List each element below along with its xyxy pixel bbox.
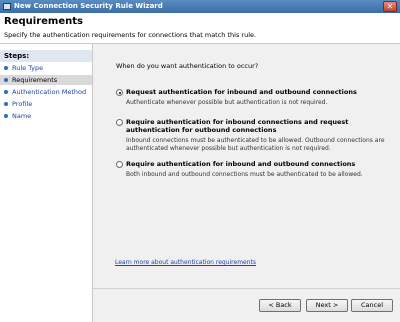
- app-icon: [3, 3, 11, 10]
- back-button[interactable]: < Back: [259, 299, 301, 312]
- window-title: New Connection Security Rule Wizard: [14, 2, 163, 10]
- learn-more-link[interactable]: Learn more about authentication requirem…: [115, 259, 256, 266]
- option-title[interactable]: Require authentication for inbound conne…: [126, 118, 388, 134]
- step-bullet-icon: [4, 66, 8, 70]
- option-description: Inbound connections must be authenticate…: [126, 137, 385, 152]
- main-content: When do you want authentication to occur…: [93, 44, 400, 322]
- step-item-rule-type[interactable]: Rule Type: [0, 63, 92, 73]
- radio-require-inbound-request-outbound[interactable]: [116, 119, 123, 126]
- steps-heading: Steps:: [0, 50, 92, 62]
- step-label: Rule Type: [12, 64, 44, 72]
- radio-request-auth[interactable]: [116, 89, 123, 96]
- step-bullet-icon: [4, 90, 8, 94]
- option-title[interactable]: Require authentication for inbound and o…: [126, 160, 388, 168]
- page-title: Requirements: [4, 16, 83, 27]
- step-label: Authentication Method: [12, 88, 87, 96]
- button-separator: [93, 288, 400, 289]
- step-bullet-icon: [4, 102, 8, 106]
- option-description: Both inbound and outbound connections mu…: [126, 171, 363, 178]
- option-description: Authenticate whenever possible but authe…: [126, 99, 328, 106]
- title-bar: New Connection Security Rule Wizard ✕: [0, 0, 400, 13]
- steps-heading-label: Steps:: [4, 52, 30, 60]
- step-label: Name: [12, 112, 32, 120]
- wizard-window: New Connection Security Rule Wizard ✕ Re…: [0, 0, 400, 322]
- radio-require-both[interactable]: [116, 161, 123, 168]
- page-subtitle: Specify the authentication requirements …: [4, 31, 257, 39]
- cancel-button[interactable]: Cancel: [351, 299, 393, 312]
- step-label: Requirements: [12, 76, 58, 84]
- next-button[interactable]: Next >: [306, 299, 348, 312]
- steps-panel: Steps: Rule Type Requirements Authentica…: [0, 44, 93, 322]
- step-item-requirements[interactable]: Requirements: [0, 75, 92, 85]
- question-label: When do you want authentication to occur…: [116, 62, 259, 70]
- step-item-authentication-method[interactable]: Authentication Method: [0, 87, 92, 97]
- step-item-name[interactable]: Name: [0, 111, 92, 121]
- step-label: Profile: [12, 100, 33, 108]
- option-title[interactable]: Request authentication for inbound and o…: [126, 88, 388, 96]
- step-bullet-icon: [4, 114, 8, 118]
- step-bullet-icon: [4, 78, 8, 82]
- step-item-profile[interactable]: Profile: [0, 99, 92, 109]
- close-button[interactable]: ✕: [383, 1, 397, 12]
- page-header: Requirements Specify the authentication …: [0, 13, 400, 44]
